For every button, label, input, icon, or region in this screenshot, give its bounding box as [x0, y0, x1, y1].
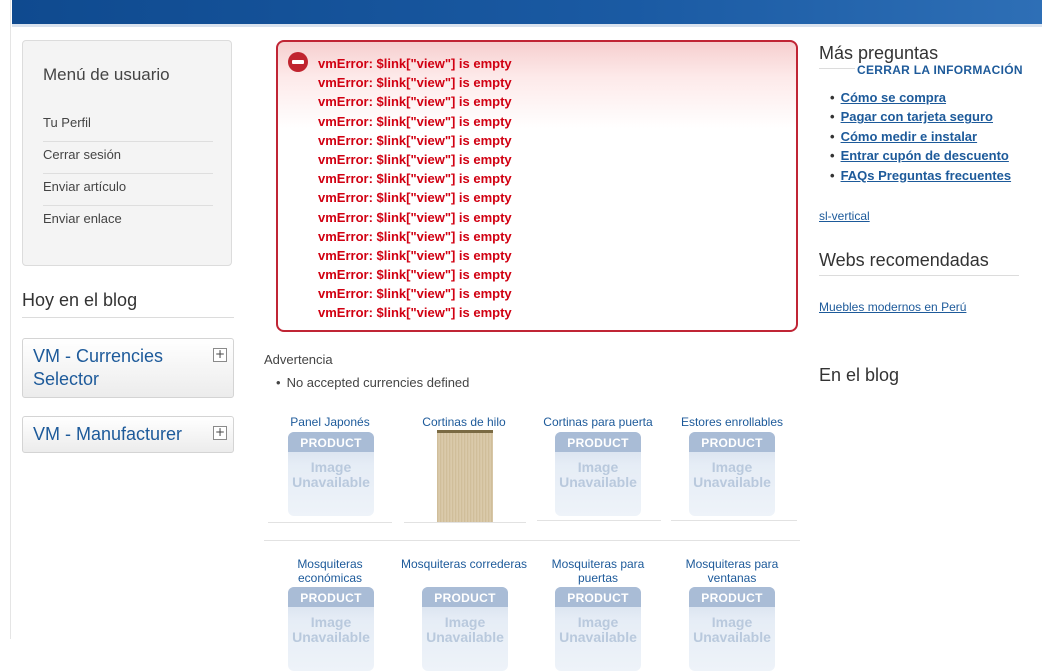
blog-title: En el blog: [819, 365, 900, 385]
manufacturer-module[interactable]: VM - Manufacturer +: [22, 416, 234, 453]
placeholder-text: Image: [711, 614, 753, 630]
error-line: vmError: $link["view"] is empty: [318, 286, 512, 302]
product-card[interactable]: Mosquiteras para ventanas: [668, 557, 796, 585]
error-line: vmError: $link["view"] is empty: [318, 113, 512, 129]
menu-item-logout[interactable]: Cerrar sesión: [43, 143, 213, 174]
error-line: vmError: $link["view"] is empty: [318, 267, 512, 283]
row-divider: [264, 540, 800, 541]
divider: [819, 275, 1019, 276]
placeholder-text: Unavailable: [426, 629, 504, 645]
product-card[interactable]: Mosquiteras económicas: [266, 557, 394, 585]
error-line: vmError: $link["view"] is empty: [318, 132, 512, 148]
placeholder-text: Unavailable: [559, 474, 637, 490]
product-name[interactable]: Cortinas para puerta: [534, 415, 662, 429]
placeholder-text: Unavailable: [292, 474, 370, 490]
recommended-web-link[interactable]: Muebles modernos en Perú: [819, 300, 966, 314]
divider: [671, 520, 797, 521]
placeholder-text: Image: [577, 459, 619, 475]
placeholder-label: PRODUCT: [288, 587, 374, 607]
blog-today-title: Hoy en el blog: [22, 290, 234, 318]
image-unavailable-placeholder[interactable]: PRODUCT Image Unavailable: [689, 587, 775, 671]
product-card[interactable]: Estores enrollables: [668, 415, 796, 429]
product-name[interactable]: Mosquiteras para puertas: [534, 557, 662, 585]
product-card[interactable]: Cortinas de hilo: [400, 415, 528, 429]
module-label: VM - Currencies Selector: [33, 346, 164, 389]
placeholder-text: Image: [310, 614, 352, 630]
faq-list: Cómo se compra Pagar con tarjeta seguro …: [830, 89, 1012, 186]
error-line: vmError: $link["view"] is empty: [318, 209, 512, 225]
user-menu: Menú de usuario Tu Perfil Cerrar sesión …: [22, 40, 232, 266]
error-line: vmError: $link["view"] is empty: [318, 247, 512, 263]
menu-item-submit-link[interactable]: Enviar enlace: [43, 207, 213, 237]
product-name[interactable]: Mosquiteras económicas: [266, 557, 394, 585]
product-name[interactable]: Mosquiteras correderas: [400, 557, 528, 571]
menu-item-profile[interactable]: Tu Perfil: [43, 111, 213, 142]
sl-vertical-link[interactable]: sl-vertical: [819, 209, 870, 223]
divider: [404, 522, 526, 523]
error-line: vmError: $link["view"] is empty: [318, 171, 512, 187]
image-unavailable-placeholder[interactable]: PRODUCT Image Unavailable: [555, 587, 641, 671]
menu-item-submit-article[interactable]: Enviar artículo: [43, 175, 213, 206]
product-name[interactable]: Cortinas de hilo: [400, 415, 528, 429]
image-unavailable-placeholder[interactable]: PRODUCT Image Unavailable: [689, 432, 775, 516]
top-banner: [12, 0, 1042, 27]
faq-link[interactable]: Entrar cupón de descuento: [830, 147, 1011, 166]
product-card[interactable]: Panel Japonés: [266, 415, 394, 429]
error-line: vmError: $link["view"] is empty: [318, 190, 512, 206]
image-unavailable-placeholder[interactable]: PRODUCT Image Unavailable: [422, 587, 508, 671]
product-name[interactable]: Panel Japonés: [266, 415, 394, 429]
error-line: vmError: $link["view"] is empty: [318, 94, 512, 110]
recommended-webs-title: Webs recomendadas: [819, 250, 989, 270]
product-card[interactable]: Cortinas para puerta: [534, 415, 662, 429]
error-line: vmError: $link["view"] is empty: [318, 305, 512, 321]
faq-link[interactable]: Cómo medir e instalar: [830, 128, 1011, 147]
error-icon: [288, 52, 308, 72]
error-line: vmError: $link["view"] is empty: [318, 75, 512, 91]
image-unavailable-placeholder[interactable]: PRODUCT Image Unavailable: [288, 587, 374, 671]
product-card[interactable]: Mosquiteras para puertas: [534, 557, 662, 585]
image-unavailable-placeholder[interactable]: PRODUCT Image Unavailable: [288, 432, 374, 516]
placeholder-text: Image: [444, 614, 486, 630]
placeholder-text: Image: [711, 459, 753, 475]
close-info-link[interactable]: CERRAR LA INFORMACIÓN: [857, 63, 1023, 77]
placeholder-label: PRODUCT: [689, 587, 775, 607]
faq-link[interactable]: Cómo se compra: [830, 89, 1011, 108]
divider: [537, 520, 661, 521]
divider: [819, 68, 855, 69]
curtain-product-image[interactable]: [437, 430, 493, 523]
placeholder-text: Image: [310, 459, 352, 475]
divider: [268, 522, 392, 523]
error-line: vmError: $link["view"] is empty: [318, 151, 512, 167]
product-name[interactable]: Mosquiteras para ventanas: [668, 557, 796, 585]
faq-title: Más preguntas: [819, 43, 939, 63]
faq-link[interactable]: Pagar con tarjeta seguro: [830, 108, 1011, 127]
expand-plus-icon[interactable]: +: [213, 348, 227, 362]
placeholder-label: PRODUCT: [288, 432, 374, 452]
placeholder-label: PRODUCT: [422, 587, 508, 607]
placeholder-text: Unavailable: [693, 474, 771, 490]
placeholder-text: Unavailable: [559, 629, 637, 645]
currencies-selector-module[interactable]: VM - Currencies Selector +: [22, 338, 234, 398]
placeholder-label: PRODUCT: [689, 432, 775, 452]
error-line: vmError: $link["view"] is empty: [318, 56, 512, 71]
warning-item: No accepted currencies defined: [276, 375, 470, 390]
placeholder-text: Image: [577, 614, 619, 630]
expand-plus-icon[interactable]: +: [213, 426, 227, 440]
page-border: [10, 0, 11, 639]
placeholder-text: Unavailable: [693, 629, 771, 645]
product-card[interactable]: Mosquiteras correderas: [400, 557, 528, 571]
placeholder-text: Unavailable: [292, 629, 370, 645]
image-unavailable-placeholder[interactable]: PRODUCT Image Unavailable: [555, 432, 641, 516]
error-message-box: vmError: $link["view"] is empty vmError:…: [276, 40, 798, 332]
faq-link[interactable]: FAQs Preguntas frecuentes: [830, 167, 1012, 186]
user-menu-title: Menú de usuario: [43, 65, 170, 84]
module-label: VM - Manufacturer: [33, 424, 183, 444]
placeholder-label: PRODUCT: [555, 587, 641, 607]
product-name[interactable]: Estores enrollables: [668, 415, 796, 429]
warning-title: Advertencia: [264, 352, 333, 367]
error-line: vmError: $link["view"] is empty: [318, 228, 512, 244]
placeholder-label: PRODUCT: [555, 432, 641, 452]
